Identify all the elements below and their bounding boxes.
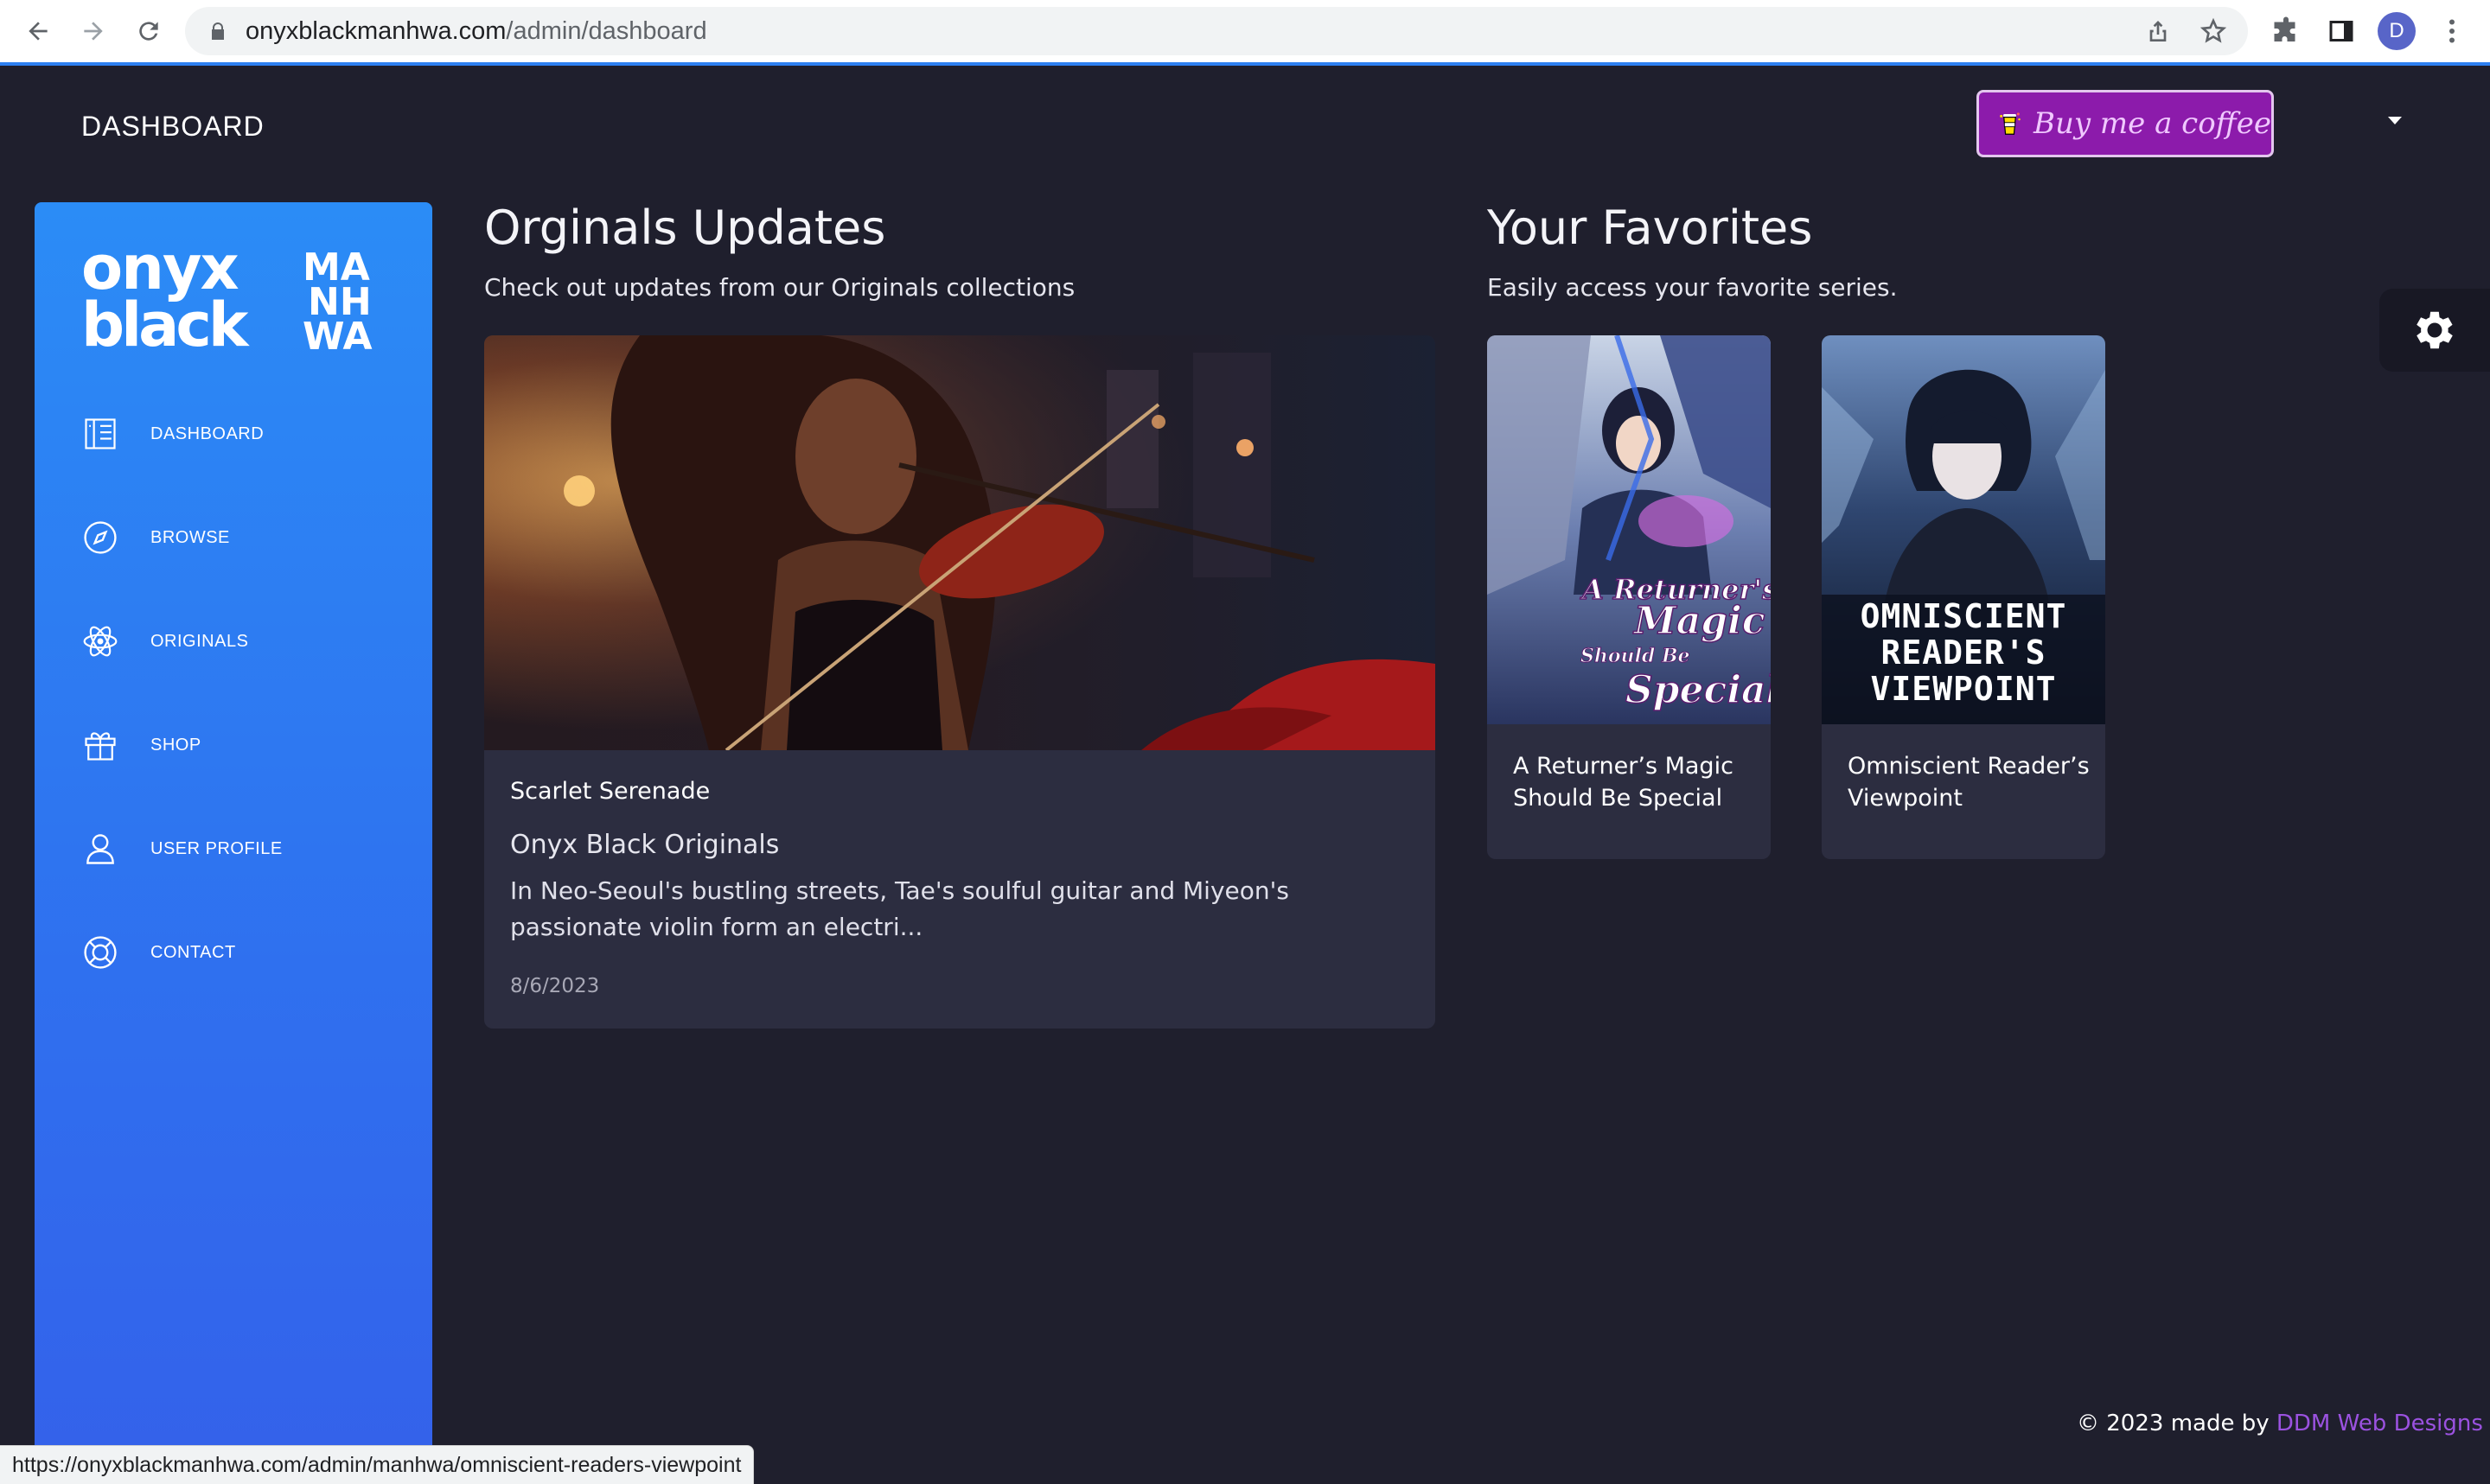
sidebar: onyx black MA NH WA DASHBOARD BROWSE ORI… xyxy=(35,202,432,1483)
compass-icon xyxy=(84,521,117,554)
sidebar-item-label: SHOP xyxy=(150,735,201,755)
more-menu-icon[interactable] xyxy=(2436,16,2468,47)
forward-arrow-icon xyxy=(84,22,103,41)
footer-link[interactable]: DDM Web Designs xyxy=(2276,1411,2483,1436)
favorite-cover-text: Special xyxy=(1625,668,1771,712)
favorite-card[interactable]: A Returner's Magic Should Be Special A R… xyxy=(1487,335,1771,859)
svg-text:WA: WA xyxy=(303,315,373,353)
profile-avatar[interactable]: D xyxy=(2378,12,2416,50)
favorites-section-title: Your Favorites xyxy=(1487,201,1813,255)
lock-icon xyxy=(212,22,224,40)
dashboard-icon xyxy=(85,418,116,449)
favorite-title: Omniscient Reader’s Viewpoint xyxy=(1848,753,2090,812)
side-panel-icon[interactable] xyxy=(2326,16,2357,47)
original-title: Scarlet Serenade xyxy=(510,778,711,805)
page-title: DASHBOARD xyxy=(81,111,265,142)
coffee-label: Buy me a coffee xyxy=(2034,106,2271,141)
favorite-cover-image: OMNISCIENT READER'S VIEWPOINT xyxy=(1822,335,2105,724)
user-icon xyxy=(86,834,114,864)
lifebuoy-icon xyxy=(84,936,117,969)
reload-button[interactable] xyxy=(130,12,168,50)
favorite-cover-text: READER'S xyxy=(1880,634,2046,672)
sidebar-item-label: DASHBOARD xyxy=(150,424,265,443)
settings-toggle[interactable] xyxy=(2379,289,2490,372)
sidebar-item-label: USER PROFILE xyxy=(150,838,283,858)
sidebar-item-dashboard[interactable]: DASHBOARD xyxy=(81,408,393,460)
originals-section-subtitle: Check out updates from our Originals col… xyxy=(484,273,1076,302)
sidebar-item-shop[interactable]: SHOP xyxy=(81,719,393,771)
coffee-cup-icon xyxy=(2000,112,2021,135)
buy-me-a-coffee-button[interactable]: Buy me a coffee xyxy=(1976,90,2274,157)
favorites-section-subtitle: Easily access your favorite series. xyxy=(1487,273,1898,302)
svg-text:black: black xyxy=(81,290,250,353)
sidebar-item-originals[interactable]: ORIGINALS xyxy=(81,615,393,667)
onyx-black-manhwa-logo[interactable]: onyx black MA NH WA xyxy=(81,237,393,353)
favorite-cover-image: A Returner's Magic Should Be Special xyxy=(1487,335,1771,724)
original-update-card[interactable]: Scarlet Serenade Onyx Black Originals In… xyxy=(484,335,1435,1029)
favorite-cover-text: Magic xyxy=(1632,599,1765,643)
url-text: onyxblackmanhwa.com/admin/dashboard xyxy=(246,17,707,46)
url-path: /admin/dashboard xyxy=(506,17,707,45)
favorite-card[interactable]: OMNISCIENT READER'S VIEWPOINT Omniscient… xyxy=(1822,335,2105,859)
originals-section-title: Orginals Updates xyxy=(484,201,886,255)
back-arrow-icon xyxy=(29,22,48,41)
favorite-cover-text: VIEWPOINT xyxy=(1871,670,2057,708)
original-date: 8/6/2023 xyxy=(510,975,600,997)
sidebar-item-browse[interactable]: BROWSE xyxy=(81,512,393,564)
reload-icon xyxy=(139,22,158,41)
address-bar[interactable]: onyxblackmanhwa.com/admin/dashboard xyxy=(185,7,2248,55)
footer: © 2023 made by DDM Web Designs xyxy=(2077,1411,2483,1436)
url-host: onyxblackmanhwa.com xyxy=(246,17,507,45)
sidebar-item-label: BROWSE xyxy=(150,527,230,547)
original-description: In Neo-Seoul's bustling streets, Tae's s… xyxy=(510,876,1289,941)
extensions-puzzle-icon[interactable] xyxy=(2270,16,2302,47)
account-dropdown-caret[interactable] xyxy=(2388,117,2402,124)
share-icon[interactable] xyxy=(2144,17,2172,45)
forward-button[interactable] xyxy=(74,12,112,50)
favorite-cover-text: OMNISCIENT xyxy=(1861,597,2067,635)
browser-status-url: https://onyxblackmanhwa.com/admin/manhwa… xyxy=(0,1445,755,1484)
atom-icon xyxy=(83,626,118,657)
sidebar-item-label: ORIGINALS xyxy=(150,631,249,651)
gift-icon xyxy=(85,732,116,761)
favorite-title: A Returner’s Magic Should Be Special xyxy=(1513,753,1733,812)
sidebar-item-user-profile[interactable]: USER PROFILE xyxy=(81,823,393,875)
sidebar-item-contact[interactable]: CONTACT xyxy=(81,927,393,978)
bookmark-star-icon[interactable] xyxy=(2200,17,2227,45)
original-collection: Onyx Black Originals xyxy=(510,830,780,860)
favorite-cover-text: Should Be xyxy=(1580,645,1690,667)
sidebar-item-label: CONTACT xyxy=(150,942,236,962)
gear-icon xyxy=(2417,311,2453,349)
footer-copyright: © 2023 made by xyxy=(2077,1411,2270,1436)
original-cover-image xyxy=(484,335,1435,750)
back-button[interactable] xyxy=(19,12,57,50)
browser-toolbar: onyxblackmanhwa.com/admin/dashboard D xyxy=(0,0,2490,66)
